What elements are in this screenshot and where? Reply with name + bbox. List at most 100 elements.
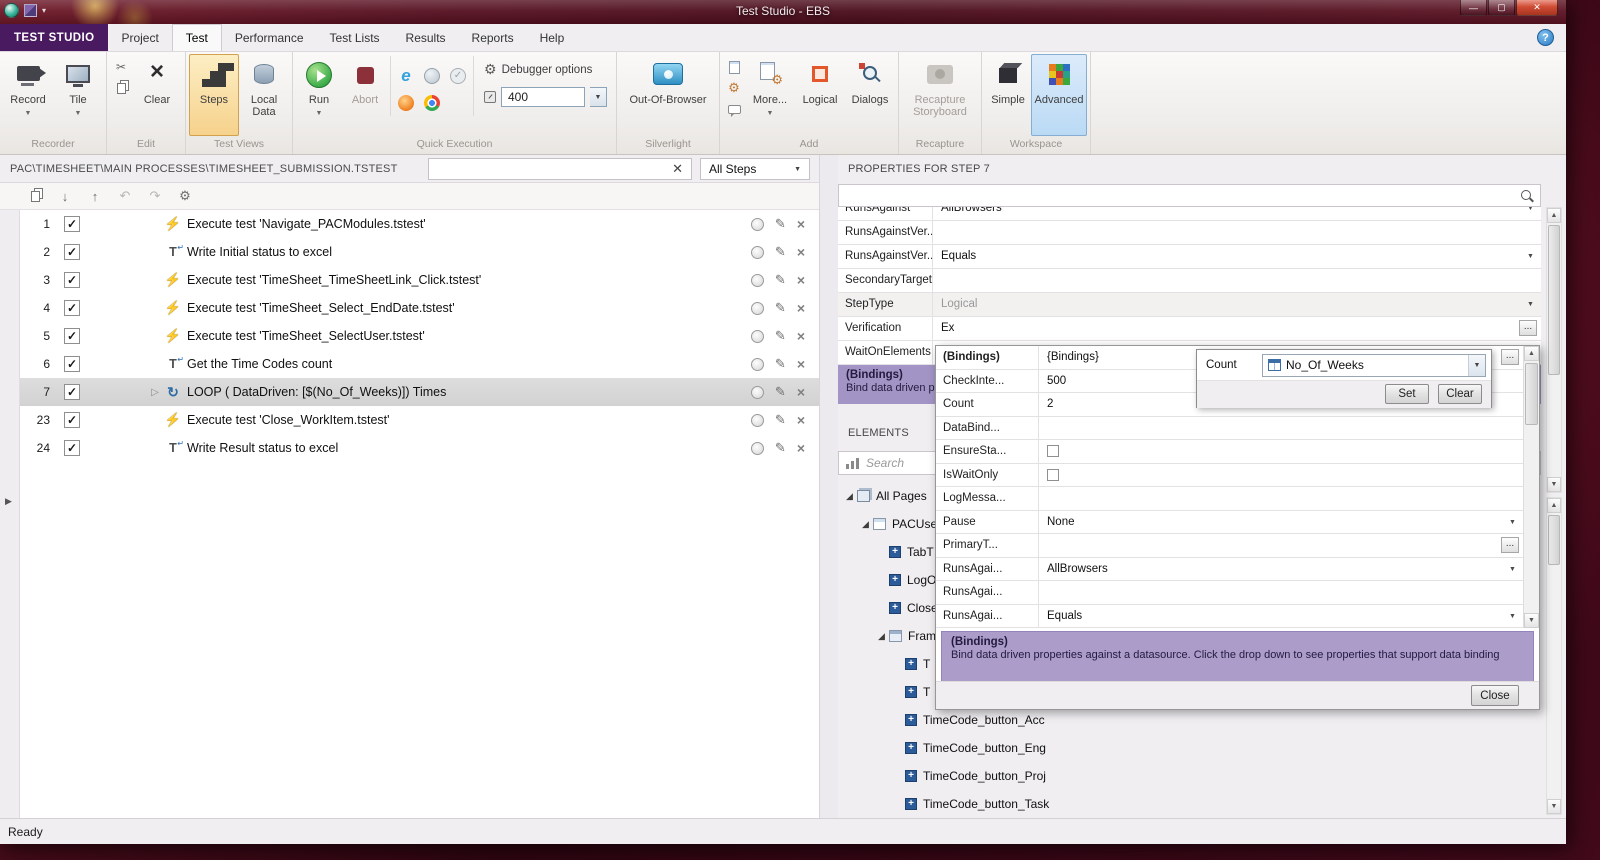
- scroll-up-icon[interactable]: ▲: [1547, 498, 1561, 513]
- edit-step-icon[interactable]: ✎: [775, 356, 786, 372]
- add-coded-step-button[interactable]: [725, 58, 743, 76]
- more-dropdown-icon[interactable]: ▼: [767, 108, 774, 120]
- duplicate-step-icon[interactable]: [26, 187, 44, 205]
- edit-step-icon[interactable]: ✎: [775, 412, 786, 428]
- menu-tab-project[interactable]: Project: [108, 24, 171, 51]
- steps-search-input[interactable]: [429, 162, 665, 176]
- property-value[interactable]: Ex ...: [933, 317, 1541, 340]
- menu-tab-reports[interactable]: Reports: [459, 24, 527, 51]
- scroll-up-icon[interactable]: ▲: [1524, 346, 1539, 361]
- edit-step-icon[interactable]: ✎: [775, 328, 786, 344]
- add-step-settings-icon[interactable]: ⚙: [176, 187, 194, 205]
- property-row[interactable]: RunsAgai...: [936, 581, 1523, 605]
- panel-splitter[interactable]: [820, 155, 838, 818]
- menu-tab-test[interactable]: Test: [171, 24, 222, 51]
- step-row[interactable]: 7 ✓ ▷ ↻ LOOP ( DataDriven: [$(No_Of_Week…: [0, 378, 819, 406]
- edit-step-icon[interactable]: ✎: [775, 384, 786, 400]
- step-checkbox[interactable]: ✓: [64, 384, 80, 400]
- breakpoint-icon[interactable]: [750, 273, 764, 287]
- property-row[interactable]: RunsAgai... AllBrowsers ▼: [936, 557, 1523, 581]
- property-value[interactable]: AllBrowsers ▼: [933, 207, 1541, 220]
- tile-button[interactable]: Tile ▼: [53, 54, 103, 136]
- move-step-down-icon[interactable]: ↓: [56, 187, 74, 205]
- debugger-options-button[interactable]: ⚙ Debugger options: [484, 61, 607, 78]
- tile-dropdown-icon[interactable]: ▼: [75, 108, 82, 120]
- property-value[interactable]: [933, 269, 1541, 292]
- app-menu-button[interactable]: TEST STUDIO: [0, 24, 109, 51]
- set-button[interactable]: Set: [1385, 384, 1429, 404]
- properties-search-input[interactable]: [839, 188, 1519, 203]
- property-value[interactable]: [1039, 440, 1523, 463]
- steps-filter-dropdown[interactable]: All Steps ▼: [700, 158, 810, 180]
- breakpoint-icon[interactable]: [750, 301, 764, 315]
- steps-view-button[interactable]: Steps: [189, 54, 239, 136]
- delete-step-icon[interactable]: ×: [797, 357, 805, 371]
- menu-tab-performance[interactable]: Performance: [222, 24, 317, 51]
- tree-item[interactable]: + TimeCode_button_Eng: [838, 734, 1541, 762]
- property-value[interactable]: Equals ▼: [933, 245, 1541, 268]
- run-button[interactable]: Run ▼: [296, 54, 342, 136]
- property-value[interactable]: [933, 221, 1541, 244]
- edit-step-icon[interactable]: ✎: [775, 244, 786, 260]
- step-checkbox[interactable]: ✓: [64, 272, 80, 288]
- property-row[interactable]: StepType Logical ▼: [838, 293, 1541, 317]
- breakpoint-icon[interactable]: [750, 385, 764, 399]
- scroll-down-icon[interactable]: ▼: [1547, 799, 1561, 814]
- step-checkbox[interactable]: ✓: [64, 440, 80, 456]
- step-checkbox[interactable]: ✓: [64, 216, 80, 232]
- breakpoint-icon[interactable]: [750, 329, 764, 343]
- property-row[interactable]: Pause None ▼: [936, 510, 1523, 534]
- property-row[interactable]: SecondaryTarget: [838, 269, 1541, 293]
- tree-expander-icon[interactable]: ◢: [842, 491, 857, 502]
- step-row[interactable]: 5 ✓ ⚡ Execute test 'TimeSheet_SelectUser…: [0, 322, 819, 350]
- delete-step-icon[interactable]: ×: [797, 329, 805, 343]
- property-row[interactable]: RunsAgainstVer...: [838, 221, 1541, 245]
- delete-step-icon[interactable]: ×: [797, 273, 805, 287]
- scrollbar-thumb[interactable]: [1525, 363, 1538, 425]
- edit-step-icon[interactable]: ✎: [775, 440, 786, 456]
- properties-scrollbar[interactable]: ▲ ▼: [1546, 207, 1562, 493]
- property-value[interactable]: Equals ▼: [1039, 605, 1523, 628]
- execution-delay-input[interactable]: 400: [501, 87, 585, 107]
- scroll-down-icon[interactable]: ▼: [1547, 477, 1561, 492]
- execution-delay-dropdown-icon[interactable]: ▼: [590, 87, 607, 107]
- property-row[interactable]: DataBind...: [936, 416, 1523, 440]
- scroll-down-icon[interactable]: ▼: [1524, 613, 1539, 628]
- delete-step-icon[interactable]: ×: [797, 385, 805, 399]
- property-checkbox[interactable]: [1047, 445, 1059, 457]
- help-icon[interactable]: ?: [1537, 29, 1554, 46]
- recapture-storyboard-button[interactable]: Recapture Storyboard: [902, 54, 978, 136]
- ellipsis-button[interactable]: ...: [1501, 537, 1519, 553]
- step-row[interactable]: 23 ✓ ⚡ Execute test 'Close_WorkItem.tste…: [0, 406, 819, 434]
- chevron-down-icon[interactable]: ▼: [1505, 515, 1520, 530]
- property-row[interactable]: LogMessa...: [936, 487, 1523, 511]
- edit-step-icon[interactable]: ✎: [775, 216, 786, 232]
- ellipsis-button[interactable]: ...: [1501, 349, 1519, 365]
- step-row[interactable]: 4 ✓ ⚡ Execute test 'TimeSheet_Select_End…: [0, 294, 819, 322]
- delete-step-icon[interactable]: ×: [797, 413, 805, 427]
- scrollbar-thumb[interactable]: [1548, 225, 1560, 375]
- property-row[interactable]: IsWaitOnly: [936, 463, 1523, 487]
- menu-tab-help[interactable]: Help: [527, 24, 578, 51]
- step-row[interactable]: 6 ✓ T Get the Time Codes count ✎ ×: [0, 350, 819, 378]
- local-data-button[interactable]: Local Data: [239, 54, 289, 136]
- undo-icon[interactable]: ↶: [116, 187, 134, 205]
- record-button[interactable]: Record ▼: [3, 54, 53, 136]
- advanced-workspace-button[interactable]: Advanced: [1031, 54, 1087, 136]
- step-checkbox[interactable]: ✓: [64, 412, 80, 428]
- property-row[interactable]: PrimaryT... ...: [936, 534, 1523, 558]
- tree-expander-icon[interactable]: ◢: [858, 519, 873, 530]
- property-row[interactable]: RunsAgai... Equals ▼: [936, 604, 1523, 628]
- ellipsis-button[interactable]: ...: [1519, 320, 1537, 336]
- binding-column-dropdown[interactable]: No_Of_Weeks ▼: [1262, 353, 1486, 377]
- add-manual-step-button[interactable]: ⚙: [725, 79, 743, 97]
- breakpoint-icon[interactable]: [750, 245, 764, 259]
- property-value[interactable]: [1039, 464, 1523, 487]
- chevron-down-icon[interactable]: ▼: [1523, 207, 1538, 216]
- popup-scrollbar[interactable]: ▲ ▼: [1523, 346, 1539, 628]
- clear-search-icon[interactable]: ✕: [664, 161, 691, 177]
- cut-button[interactable]: ✂: [112, 58, 130, 76]
- move-step-up-icon[interactable]: ↑: [86, 187, 104, 205]
- close-window-button[interactable]: ✕: [1516, 0, 1558, 16]
- menu-tab-test-lists[interactable]: Test Lists: [317, 24, 393, 51]
